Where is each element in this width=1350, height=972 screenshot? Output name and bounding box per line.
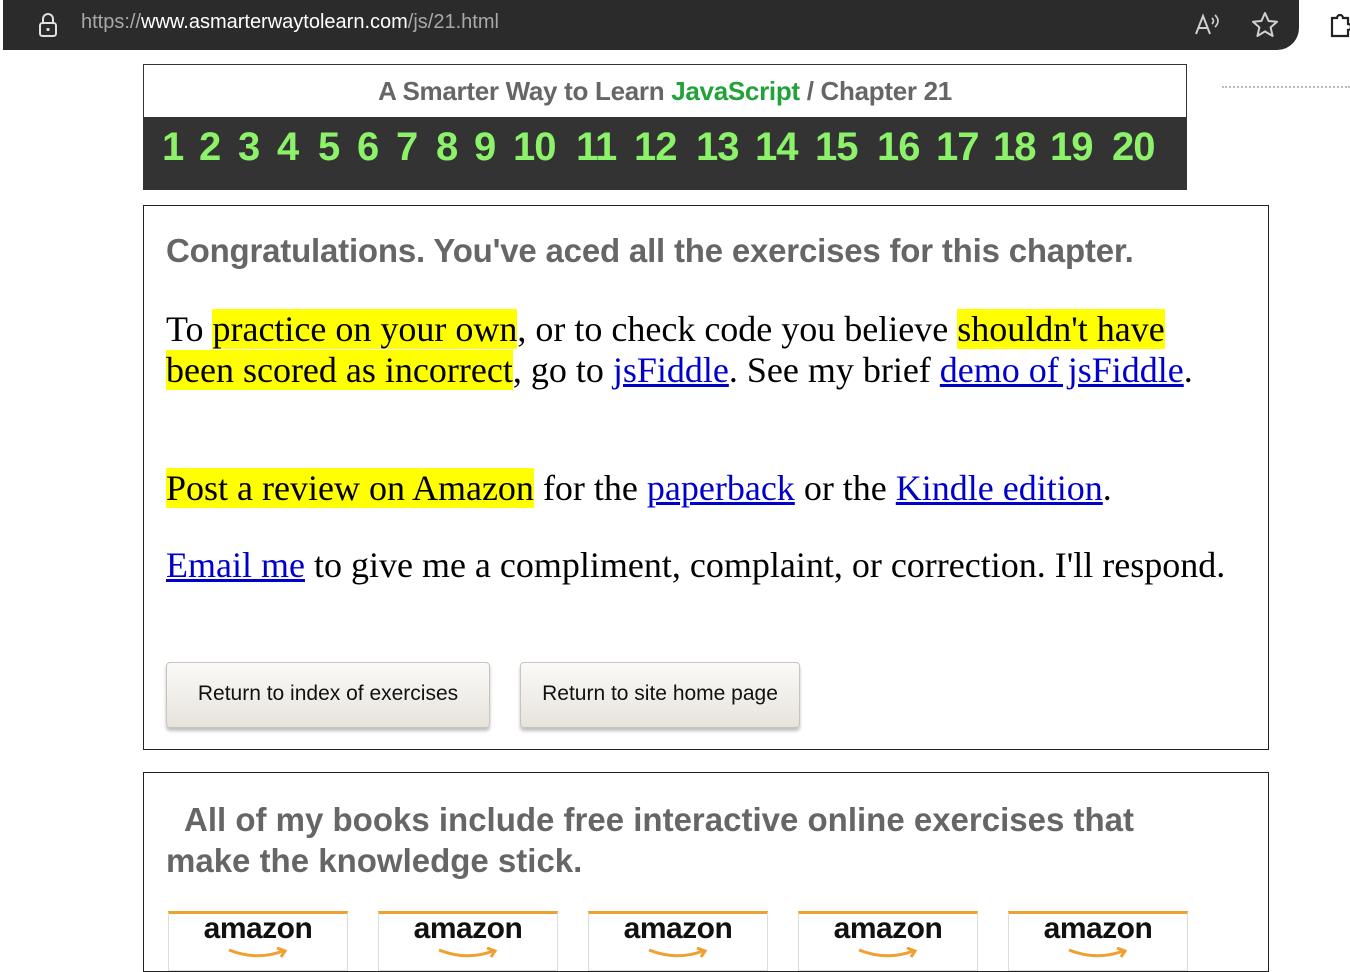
breadcrumb: A Smarter Way to Learn JavaScript / Chap…: [144, 65, 1186, 117]
amazon-logo-text: amazon: [1043, 912, 1153, 945]
chapter-link-13[interactable]: 13: [696, 125, 739, 170]
text: for the: [533, 468, 647, 508]
chapter-link-14[interactable]: 14: [755, 125, 798, 170]
email-me-link[interactable]: Email me: [166, 545, 305, 585]
amazon-logo-text: amazon: [623, 912, 733, 945]
text: To: [166, 309, 213, 349]
highlight: Post a review on Amazon: [166, 468, 534, 508]
amazon-smile-icon: [228, 947, 288, 958]
kindle-edition-link[interactable]: Kindle edition: [896, 468, 1103, 508]
text: , or to check code you believe: [517, 309, 958, 349]
books-heading-text: All of my books include free interactive…: [166, 801, 1134, 879]
jsfiddle-link[interactable]: jsFiddle: [613, 350, 729, 390]
demo-jsfiddle-link[interactable]: demo of jsFiddle: [940, 350, 1184, 390]
amazon-smile-icon: [1068, 947, 1128, 958]
crumb-chapter: / Chapter 21: [799, 76, 953, 106]
chapter-link-20[interactable]: 20: [1112, 125, 1155, 170]
amazon-book-link[interactable]: amazon: [798, 911, 978, 971]
review-paragraph: Post a review on Amazon for the paperbac…: [166, 468, 1236, 509]
url-text[interactable]: https://www.asmarterwaytolearn.com/js/21…: [81, 11, 499, 34]
practice-paragraph: To practice on your own, or to check cod…: [166, 309, 1236, 391]
text: , go to: [512, 350, 613, 390]
chapter-link-17[interactable]: 17: [936, 125, 979, 170]
chapter-link-1[interactable]: 1: [162, 125, 184, 170]
completion-panel: Congratulations. You've aced all the exe…: [143, 205, 1269, 750]
text: . See my brief: [728, 350, 940, 390]
return-to-index-button[interactable]: Return to index of exercises: [166, 662, 490, 728]
amazon-logo-text: amazon: [203, 912, 313, 945]
amazon-book-link[interactable]: amazon: [588, 911, 768, 971]
chapter-link-12[interactable]: 12: [634, 125, 677, 170]
amazon-book-link[interactable]: amazon: [168, 911, 348, 971]
amazon-logo-text: amazon: [833, 912, 943, 945]
crumb-prefix: A Smarter Way to Learn: [378, 76, 672, 106]
amazon-book-link[interactable]: amazon: [378, 911, 558, 971]
url-host: www.asmarterwaytolearn.com: [141, 11, 408, 33]
url-scheme: https://: [81, 11, 142, 33]
paperback-link[interactable]: paperback: [647, 468, 795, 508]
amazon-smile-icon: [438, 947, 498, 958]
amazon-logo-text: amazon: [413, 912, 523, 945]
chapter-link-8[interactable]: 8: [436, 125, 458, 170]
chapter-link-3[interactable]: 3: [238, 125, 260, 170]
chapter-header: A Smarter Way to Learn JavaScript / Chap…: [143, 64, 1187, 190]
text: to give me a compliment, complaint, or c…: [304, 545, 1226, 585]
favorite-star-icon[interactable]: [1249, 9, 1281, 41]
books-panel: All of my books include free interactive…: [143, 772, 1269, 972]
url-path: /js/21.html: [407, 11, 499, 33]
congrats-heading: Congratulations. You've aced all the exe…: [166, 232, 1134, 269]
crumb-javascript[interactable]: JavaScript: [671, 76, 800, 106]
amazon-smile-icon: [858, 947, 918, 958]
text: or the: [794, 468, 896, 508]
chapter-link-18[interactable]: 18: [993, 125, 1036, 170]
chapter-link-7[interactable]: 7: [396, 125, 418, 170]
chapter-link-5[interactable]: 5: [318, 125, 340, 170]
dotted-divider: [1222, 86, 1350, 88]
amazon-smile-icon: [648, 947, 708, 958]
read-aloud-icon[interactable]: [1192, 10, 1222, 40]
return-to-home-button[interactable]: Return to site home page: [520, 662, 800, 728]
chapter-link-10[interactable]: 10: [513, 125, 556, 170]
chapter-link-9[interactable]: 9: [474, 125, 496, 170]
amazon-book-link[interactable]: amazon: [1008, 911, 1188, 971]
chapter-link-16[interactable]: 16: [877, 125, 920, 170]
lock-icon[interactable]: [36, 12, 60, 38]
text: .: [1102, 468, 1112, 508]
address-bar[interactable]: https://www.asmarterwaytolearn.com/js/21…: [3, 0, 1299, 50]
browser-toolbar: https://www.asmarterwaytolearn.com/js/21…: [0, 0, 1350, 52]
chapter-link-4[interactable]: 4: [277, 125, 299, 170]
extensions-puzzle-icon[interactable]: [1326, 8, 1350, 42]
chapter-link-19[interactable]: 19: [1050, 125, 1093, 170]
books-heading: All of my books include free interactive…: [166, 799, 1226, 881]
chapter-navigation: 1 2 3 4 5 6 7 8 9 10 11 12 13 14 15 16 17 18 19 20: [144, 117, 1186, 189]
text: .: [1183, 350, 1193, 390]
chapter-link-11[interactable]: 11: [576, 125, 617, 170]
chapter-link-2[interactable]: 2: [199, 125, 221, 170]
chapter-link-15[interactable]: 15: [815, 125, 858, 170]
chapter-link-6[interactable]: 6: [357, 125, 379, 170]
highlight: practice on your own: [212, 309, 518, 349]
email-paragraph: Email me to give me a compliment, compla…: [166, 545, 1236, 586]
